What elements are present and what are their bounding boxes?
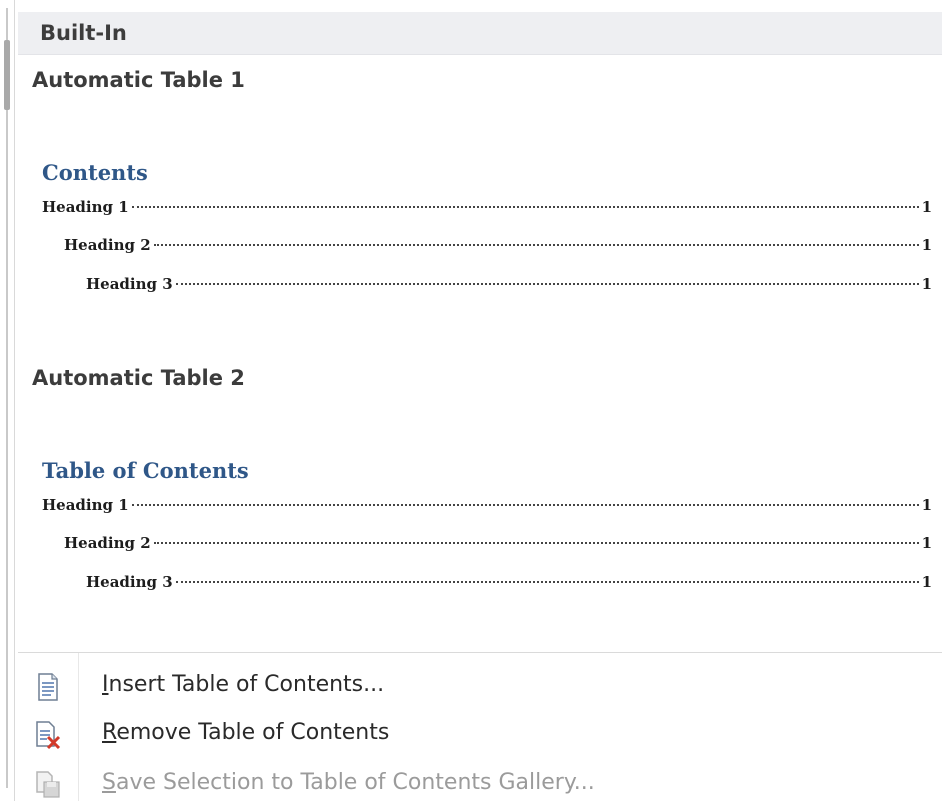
menu-divider [18, 652, 942, 653]
toc-entry-label: Heading 3 [86, 573, 173, 591]
gallery-item-automatic-table-1[interactable]: Automatic Table 1 Contents Heading 1 1 H… [18, 60, 942, 345]
section-header: Built-In [18, 12, 942, 55]
toc-dot-leader [153, 542, 919, 544]
toc-dot-leader [175, 283, 919, 285]
toc-entry-page: 1 [921, 236, 932, 254]
toc-preview-entry: Heading 1 1 [42, 198, 932, 220]
toc-dot-leader [131, 504, 919, 506]
toc-preview-entry: Heading 2 1 [64, 534, 932, 556]
gallery-item-title: Automatic Table 1 [32, 68, 245, 92]
toc-preview-heading: Table of Contents [42, 458, 249, 483]
toc-dot-leader [175, 581, 919, 583]
toc-entry-page: 1 [921, 534, 932, 552]
scrollbar-thumb[interactable] [4, 40, 10, 110]
save-selection-icon [34, 770, 62, 800]
scrollbar-track[interactable] [6, 8, 8, 788]
toc-dot-leader [153, 244, 919, 246]
toc-entry-label: Heading 2 [64, 534, 151, 552]
insert-table-of-contents-menu-item[interactable]: Insert Table of Contents... [18, 664, 942, 710]
toc-preview-heading: Contents [42, 160, 148, 185]
toc-entry-page: 1 [921, 496, 932, 514]
section-header-label: Built-In [40, 21, 127, 45]
gallery-item-title: Automatic Table 2 [32, 366, 245, 390]
document-icon [34, 672, 62, 702]
toc-entry-label: Heading 3 [86, 275, 173, 293]
toc-entry-label: Heading 1 [42, 198, 129, 216]
toc-entry-label: Heading 2 [64, 236, 151, 254]
save-selection-to-gallery-menu-item: Save Selection to Table of Contents Gall… [18, 762, 942, 808]
toc-gallery-panel: Built-In Automatic Table 1 Contents Head… [18, 0, 942, 801]
toc-preview-entry: Heading 2 1 [64, 236, 932, 258]
remove-document-icon [34, 720, 62, 750]
toc-preview-entry: Heading 3 1 [86, 573, 932, 595]
toc-preview-entry: Heading 1 1 [42, 496, 932, 518]
vertical-scrollbar[interactable] [0, 0, 15, 801]
menu-item-label: Save Selection to Table of Contents Gall… [102, 770, 595, 795]
menu-item-label: Remove Table of Contents [102, 720, 390, 745]
remove-table-of-contents-menu-item[interactable]: Remove Table of Contents [18, 712, 942, 758]
toc-preview-entry: Heading 3 1 [86, 275, 932, 297]
toc-entry-page: 1 [921, 573, 932, 591]
toc-entry-page: 1 [921, 275, 932, 293]
toc-entry-page: 1 [921, 198, 932, 216]
toc-entry-label: Heading 1 [42, 496, 129, 514]
toc-dot-leader [131, 206, 919, 208]
gallery-item-automatic-table-2[interactable]: Automatic Table 2 Table of Contents Head… [18, 358, 942, 643]
menu-item-label: Insert Table of Contents... [102, 672, 385, 697]
